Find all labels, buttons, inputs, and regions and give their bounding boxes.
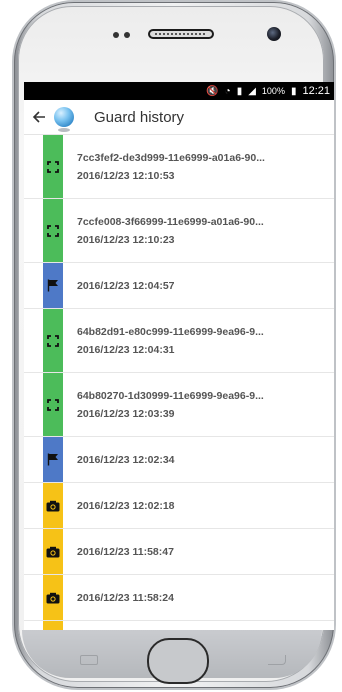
camera-icon <box>43 529 63 574</box>
list-item[interactable]: 64b80270-1d30999-11e6999-9ea96-9... 2016/… <box>24 373 334 437</box>
list-item-text: 2016/12/23 11:58:47 <box>77 529 180 574</box>
list-item[interactable]: 7ccfe008-3f66999-11e6999-a01a6-90... 2016… <box>24 199 334 263</box>
camera-icon <box>43 621 63 630</box>
list-item-text: 64b80270-1d30999-11e6999-9ea96-9... 2016/… <box>77 373 270 436</box>
list-item-id: 7ccfe008-3f66999-11e6999-a01a6-90... <box>77 215 264 228</box>
list-item-timestamp: 2016/12/23 12:04:31 <box>77 343 175 356</box>
camera-icon <box>43 483 63 528</box>
battery-icon: ▮ <box>290 85 297 97</box>
scan-icon <box>43 199 63 262</box>
list-item-timestamp: 2016/12/23 11:58:24 <box>77 591 174 604</box>
scan-icon <box>43 309 63 372</box>
list-item-timestamp: 2016/12/23 12:02:34 <box>77 453 175 466</box>
list-item-text: 2016/12/23 12:02:18 <box>77 483 181 528</box>
list-item-text: 2016/12/23 11:58:24 <box>77 575 180 620</box>
list-item-text: 64b82d91-e80c999-11e6999-9ea96-9... 2016/… <box>77 309 270 372</box>
list-item[interactable]: 2016/12/23 11:58:24 <box>24 575 334 621</box>
page-title: Guard history <box>94 108 185 126</box>
light-sensor <box>124 32 130 38</box>
earpiece-speaker <box>148 29 214 39</box>
list-item-timestamp: 2016/12/23 12:10:53 <box>77 169 175 182</box>
globe-icon <box>54 107 74 132</box>
list-item-partial[interactable] <box>24 621 334 630</box>
list-item[interactable]: 2016/12/23 11:58:47 <box>24 529 334 575</box>
screen: 🔇 ◔ ▮ ◢ 100% ▮ 12:21 Guard history 7cc3f… <box>24 82 334 630</box>
list-item-id: 64b82d91-e80c999-11e6999-9ea96-9... <box>77 325 264 338</box>
list-item-timestamp: 2016/12/23 12:02:18 <box>77 499 175 512</box>
history-list[interactable]: 7cc3fef2-de3d999-11e6999-a01a6-90... 2016… <box>24 135 334 630</box>
camera-icon <box>43 575 63 620</box>
wifi-icon: ◔ <box>224 85 231 97</box>
home-button[interactable] <box>147 638 209 684</box>
phone-frame: 🔇 ◔ ▮ ◢ 100% ▮ 12:21 Guard history 7cc3f… <box>0 0 342 692</box>
recent-apps-key[interactable] <box>80 655 98 665</box>
list-item[interactable]: 7cc3fef2-de3d999-11e6999-a01a6-90... 2016… <box>24 135 334 199</box>
list-item-timestamp: 2016/12/23 11:58:47 <box>77 545 174 558</box>
scan-icon <box>43 135 63 198</box>
list-item-timestamp: 2016/12/23 12:03:39 <box>77 407 175 420</box>
front-camera <box>267 27 281 41</box>
list-item[interactable]: 2016/12/23 12:04:57 <box>24 263 334 309</box>
app-bar: Guard history <box>24 100 334 135</box>
sim-icon: ▮ <box>236 85 243 97</box>
flag-icon <box>43 437 63 482</box>
back-key[interactable] <box>268 655 286 665</box>
list-item[interactable]: 2016/12/23 12:02:18 <box>24 483 334 529</box>
mute-icon: 🔇 <box>206 85 219 97</box>
list-item-id: 64b80270-1d30999-11e6999-9ea96-9... <box>77 389 264 402</box>
list-item-text: 7ccfe008-3f66999-11e6999-a01a6-90... 2016… <box>77 199 270 262</box>
list-item-text: 2016/12/23 12:04:57 <box>77 263 181 308</box>
list-item[interactable]: 64b82d91-e80c999-11e6999-9ea96-9... 2016/… <box>24 309 334 373</box>
clock: 12:21 <box>302 85 330 97</box>
list-item-text: 2016/12/23 12:02:34 <box>77 437 181 482</box>
list-item[interactable]: 2016/12/23 12:02:34 <box>24 437 334 483</box>
scan-icon <box>43 373 63 436</box>
back-arrow-icon[interactable] <box>26 100 52 134</box>
list-item-timestamp: 2016/12/23 12:04:57 <box>77 279 175 292</box>
list-item-id: 7cc3fef2-de3d999-11e6999-a01a6-90... <box>77 151 265 164</box>
list-item-timestamp: 2016/12/23 12:10:23 <box>77 233 175 246</box>
list-item-text: 7cc3fef2-de3d999-11e6999-a01a6-90... 2016… <box>77 135 271 198</box>
status-bar: 🔇 ◔ ▮ ◢ 100% ▮ 12:21 <box>24 82 334 100</box>
flag-icon <box>43 263 63 308</box>
battery-percent: 100% <box>261 86 285 96</box>
proximity-sensor <box>113 32 119 38</box>
signal-icon: ◢ <box>248 85 256 97</box>
